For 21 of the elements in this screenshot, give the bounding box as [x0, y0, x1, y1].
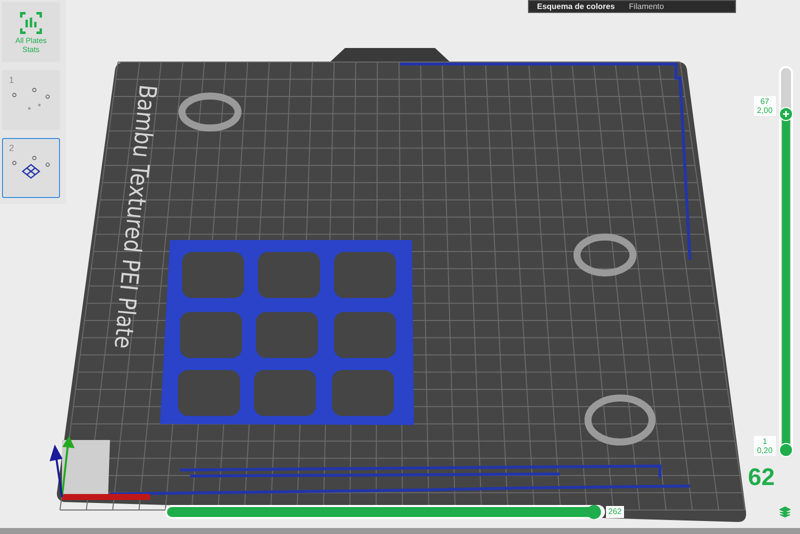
- ring-model-drawing: [574, 234, 636, 276]
- upper-thumb[interactable]: [779, 106, 793, 121]
- plate-thumbnail[interactable]: 2: [2, 138, 60, 198]
- layer-number: 67: [760, 96, 770, 106]
- layer-number: 1: [762, 437, 768, 446]
- plate-number: 2: [9, 143, 14, 153]
- move-thumb[interactable]: [587, 505, 602, 519]
- ring-model-drawing: [584, 394, 656, 446]
- plate-thumbnail[interactable]: 1: [2, 70, 60, 130]
- move-reading: 262: [606, 506, 624, 518]
- plate-name: Bambu Textured PEI Plate: [104, 83, 162, 392]
- layers-icon[interactable]: [779, 506, 791, 518]
- layer-height: 2,00: [757, 106, 773, 115]
- layer-count: 62: [748, 464, 775, 492]
- lower-thumb[interactable]: [779, 443, 793, 457]
- layer-height: 0,20: [757, 446, 773, 455]
- bar-chart-icon: [18, 10, 44, 36]
- legend-label[interactable]: Esquema de colores: [537, 2, 615, 12]
- ring-model-drawing: [178, 92, 242, 132]
- legend-label[interactable]: Filamento: [628, 2, 664, 12]
- plate-number: 1: [9, 75, 14, 85]
